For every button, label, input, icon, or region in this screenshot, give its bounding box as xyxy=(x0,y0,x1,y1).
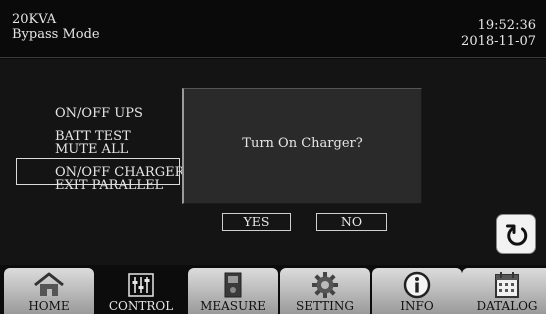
tab-info[interactable]: INFO xyxy=(372,268,462,314)
tab-setting-label: SETTING xyxy=(295,299,355,313)
home-icon xyxy=(31,271,67,301)
tab-datalog-label: DATALOG xyxy=(476,299,538,313)
menu-selection-highlight xyxy=(16,158,180,185)
time-label: 19:52:36 xyxy=(477,18,536,33)
yes-button[interactable]: YES xyxy=(222,213,291,231)
tab-control[interactable]: CONTROL xyxy=(96,268,186,314)
clock: 19:52:36 2018-11-07 xyxy=(461,18,536,50)
no-button[interactable]: NO xyxy=(316,213,387,231)
back-button[interactable] xyxy=(496,214,536,254)
tab-home[interactable]: HOME xyxy=(4,268,94,314)
tab-setting[interactable]: SETTING xyxy=(280,268,370,314)
dialog-message: Turn On Charger? xyxy=(242,136,363,151)
tab-control-label: CONTROL xyxy=(108,299,174,313)
menu-item-onoff-ups[interactable]: ON/OFF UPS xyxy=(55,107,184,121)
menu-item-batt-test[interactable]: BATT TEST xyxy=(55,129,184,144)
bottom-nav: HOME CONTROL MEASURE SETTING INFO DATALO… xyxy=(0,266,546,314)
refresh-icon xyxy=(506,224,528,246)
tab-measure-label: MEASURE xyxy=(200,299,266,313)
rating-label: 20KVA xyxy=(12,12,57,27)
status-header: 20KVA Bypass Mode 19:52:36 2018-11-07 xyxy=(0,0,546,58)
tab-info-label: INFO xyxy=(400,299,434,313)
tab-datalog[interactable]: DATALOG xyxy=(462,268,546,314)
confirm-dialog: Turn On Charger? xyxy=(182,88,422,204)
menu-item-mute-all[interactable]: MUTE ALL xyxy=(55,143,184,157)
tab-home-label: HOME xyxy=(28,299,70,313)
date-label: 2018-11-07 xyxy=(461,34,536,49)
mode-label: Bypass Mode xyxy=(12,27,100,42)
device-info: 20KVA Bypass Mode xyxy=(12,12,100,42)
tab-measure[interactable]: MEASURE xyxy=(188,268,278,314)
